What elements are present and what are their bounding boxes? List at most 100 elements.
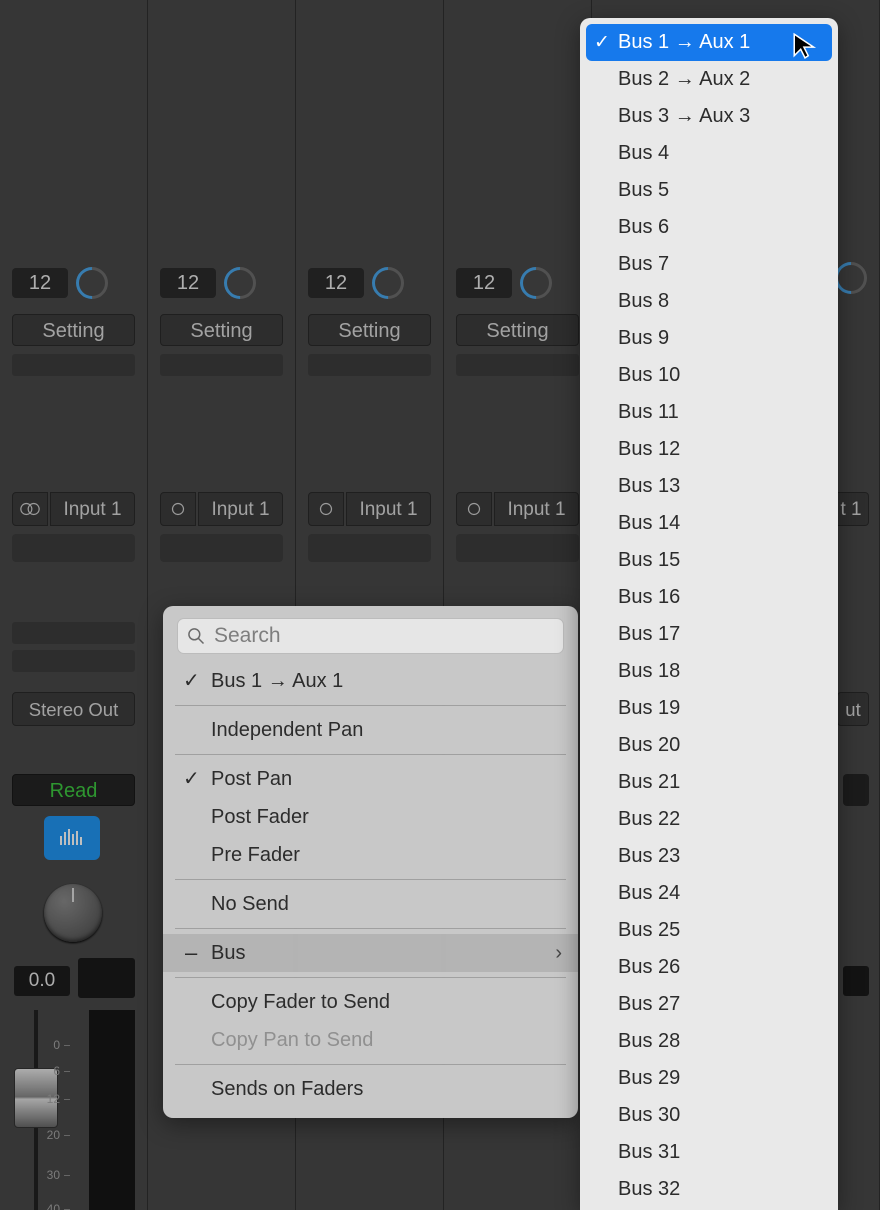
bus-item-20[interactable]: Bus 20: [580, 727, 838, 764]
search-icon: [186, 626, 206, 646]
mono-icon[interactable]: [456, 492, 492, 526]
bus-item-label: Bus 25: [618, 919, 680, 941]
audiofx-slot[interactable]: [12, 534, 135, 562]
bus-submenu: ✓Bus 1 → Aux 1Bus 2 → Aux 2Bus 3 → Aux 3…: [580, 18, 838, 1210]
bus-item-9[interactable]: Bus 9: [580, 320, 838, 357]
bus-item-label: Bus 27: [618, 993, 680, 1015]
bus-item-15[interactable]: Bus 15: [580, 542, 838, 579]
bus-item-label: Bus 29: [618, 1067, 680, 1089]
instrument-audio-icon[interactable]: [44, 816, 100, 860]
bus-item-24[interactable]: Bus 24: [580, 875, 838, 912]
high-cut-knob-icon[interactable]: [217, 260, 262, 305]
automation-mode-button[interactable]: [843, 774, 869, 806]
stereo-icon[interactable]: [12, 492, 48, 526]
bus-item-19[interactable]: Bus 19: [580, 690, 838, 727]
output-slot[interactable]: Stereo Out: [12, 692, 135, 726]
bus-item-label: Bus 10: [618, 364, 680, 386]
bus-item-label: Bus 26: [618, 956, 680, 978]
high-cut-knob-icon[interactable]: [69, 260, 114, 305]
bus-item-21[interactable]: Bus 21: [580, 764, 838, 801]
audiofx-slot[interactable]: [160, 534, 283, 562]
bus-item-2[interactable]: Bus 2 → Aux 2: [580, 61, 838, 98]
input-slot[interactable]: Input 1: [494, 492, 579, 526]
separator: [175, 705, 566, 706]
output-slot[interactable]: ut: [837, 692, 869, 726]
bus-item-26[interactable]: Bus 26: [580, 949, 838, 986]
menu-post-pan[interactable]: ✓ Post Pan: [163, 760, 578, 798]
pan-value[interactable]: 0.0: [14, 966, 70, 996]
setting-button[interactable]: Setting: [308, 314, 431, 346]
bus-item-14[interactable]: Bus 14: [580, 505, 838, 542]
bus-item-label: Bus 32: [618, 1178, 680, 1200]
bus-item-8[interactable]: Bus 8: [580, 283, 838, 320]
menu-bus-submenu[interactable]: – Bus ›: [163, 934, 578, 972]
bus-item-5[interactable]: Bus 5: [580, 172, 838, 209]
eq-slot[interactable]: [12, 354, 135, 376]
input-slot[interactable]: Input 1: [198, 492, 283, 526]
bus-item-32[interactable]: Bus 32: [580, 1171, 838, 1208]
audiofx-slot[interactable]: [456, 534, 579, 562]
bus-item-30[interactable]: Bus 30: [580, 1097, 838, 1134]
send-slot-1[interactable]: [12, 622, 135, 644]
pan-knob[interactable]: [44, 884, 102, 942]
bus-item-22[interactable]: Bus 22: [580, 801, 838, 838]
audiofx-slot[interactable]: [308, 534, 431, 562]
bus-item-23[interactable]: Bus 23: [580, 838, 838, 875]
high-cut-knob-icon[interactable]: [365, 260, 410, 305]
setting-button[interactable]: Setting: [160, 314, 283, 346]
bus-item-25[interactable]: Bus 25: [580, 912, 838, 949]
eq-slot[interactable]: [456, 354, 579, 376]
input-slot[interactable]: Input 1: [346, 492, 431, 526]
bus-item-11[interactable]: Bus 11: [580, 394, 838, 431]
menu-copy-fader-to-send[interactable]: Copy Fader to Send: [163, 983, 578, 1021]
menu-independent-pan[interactable]: Independent Pan: [163, 711, 578, 749]
bus-item-17[interactable]: Bus 17: [580, 616, 838, 653]
input-slot[interactable]: Input 1: [50, 492, 135, 526]
bus-item-29[interactable]: Bus 29: [580, 1060, 838, 1097]
bus-item-12[interactable]: Bus 12: [580, 431, 838, 468]
gain-value[interactable]: 12: [160, 268, 216, 298]
high-cut-knob-icon[interactable]: [513, 260, 558, 305]
gain-value[interactable]: 12: [308, 268, 364, 298]
menu-pre-fader[interactable]: Pre Fader: [163, 836, 578, 874]
check-icon: ✓: [183, 760, 200, 798]
separator: [175, 928, 566, 929]
bus-item-4[interactable]: Bus 4: [580, 135, 838, 172]
gain-value[interactable]: 12: [12, 268, 68, 298]
send-context-menu: ✓ Bus 1 → Aux 1 Independent Pan ✓ Post P…: [163, 606, 578, 1118]
menu-sends-on-faders[interactable]: Sends on Faders: [163, 1070, 578, 1108]
setting-button[interactable]: Setting: [456, 314, 579, 346]
bus-item-label: Bus 2 → Aux 2: [618, 68, 750, 90]
menu-copy-pan-to-send: Copy Pan to Send: [163, 1021, 578, 1059]
mono-icon[interactable]: [160, 492, 196, 526]
peak-display: [843, 966, 869, 996]
bus-item-6[interactable]: Bus 6: [580, 209, 838, 246]
send-slot-2[interactable]: [12, 650, 135, 672]
level-meter: [89, 1010, 135, 1210]
bus-item-27[interactable]: Bus 27: [580, 986, 838, 1023]
bus-item-7[interactable]: Bus 7: [580, 246, 838, 283]
eq-slot[interactable]: [160, 354, 283, 376]
setting-button[interactable]: Setting: [12, 314, 135, 346]
search-input[interactable]: [177, 618, 564, 654]
separator: [175, 754, 566, 755]
menu-no-send[interactable]: No Send: [163, 885, 578, 923]
peak-display: [78, 958, 135, 998]
bus-item-28[interactable]: Bus 28: [580, 1023, 838, 1060]
bus-item-label: Bus 22: [618, 808, 680, 830]
eq-slot[interactable]: [308, 354, 431, 376]
input-slot[interactable]: t 1: [833, 492, 869, 526]
bus-item-18[interactable]: Bus 18: [580, 653, 838, 690]
bus-item-3[interactable]: Bus 3 → Aux 3: [580, 98, 838, 135]
menu-post-fader[interactable]: Post Fader: [163, 798, 578, 836]
automation-mode-button[interactable]: Read: [12, 774, 135, 806]
bus-item-label: Bus 20: [618, 734, 680, 756]
bus-item-10[interactable]: Bus 10: [580, 357, 838, 394]
mono-icon[interactable]: [308, 492, 344, 526]
bus-item-16[interactable]: Bus 16: [580, 579, 838, 616]
bus-item-31[interactable]: Bus 31: [580, 1134, 838, 1171]
menu-current-bus[interactable]: ✓ Bus 1 → Aux 1: [163, 662, 578, 700]
gain-value[interactable]: 12: [456, 268, 512, 298]
bus-item-label: Bus 6: [618, 216, 669, 238]
bus-item-13[interactable]: Bus 13: [580, 468, 838, 505]
